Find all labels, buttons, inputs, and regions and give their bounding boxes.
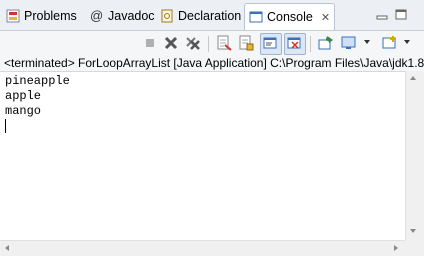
pin-console-icon[interactable] xyxy=(317,34,335,52)
maximize-icon[interactable] xyxy=(395,9,407,20)
tab-javadoc[interactable]: @ Javadoc xyxy=(86,5,159,27)
view-tab-bar: Problems @ Javadoc Declaration Console ✕ xyxy=(0,0,424,31)
console-line: apple xyxy=(5,89,42,103)
chevron-down-icon[interactable] xyxy=(404,40,410,44)
remove-all-terminated-icon[interactable] xyxy=(184,34,202,52)
javadoc-icon: @ xyxy=(90,8,104,23)
scroll-left-icon[interactable] xyxy=(5,245,9,251)
toolbar-separator xyxy=(310,36,311,52)
tab-label: Problems xyxy=(24,9,77,23)
text-caret xyxy=(5,119,405,138)
tab-console[interactable]: Console ✕ xyxy=(244,3,336,30)
tab-label: Javadoc xyxy=(108,9,155,23)
declaration-icon xyxy=(160,9,174,23)
vertical-scrollbar[interactable] xyxy=(405,71,420,240)
tab-declaration[interactable]: Declaration xyxy=(156,5,245,27)
console-toolbar xyxy=(0,31,424,55)
chevron-down-icon[interactable] xyxy=(364,40,370,44)
minimize-icon[interactable] xyxy=(376,9,388,20)
problems-icon xyxy=(6,9,20,23)
clear-console-icon[interactable] xyxy=(215,34,233,52)
tab-label: Console xyxy=(267,10,313,24)
console-icon xyxy=(249,10,263,24)
console-line: mango xyxy=(5,104,42,118)
close-icon[interactable]: ✕ xyxy=(321,11,330,24)
scroll-lock-icon[interactable] xyxy=(237,34,255,52)
display-selected-console-icon[interactable] xyxy=(340,34,358,52)
open-console-icon[interactable] xyxy=(381,34,399,52)
console-output[interactable]: pineapple apple mango xyxy=(0,71,405,240)
console-line: pineapple xyxy=(5,74,70,88)
tab-label: Declaration xyxy=(178,9,242,23)
scroll-up-icon[interactable] xyxy=(410,76,416,80)
scroll-right-icon[interactable] xyxy=(394,245,398,251)
horizontal-scrollbar[interactable] xyxy=(0,240,405,255)
scroll-down-icon[interactable] xyxy=(410,229,416,233)
process-status-line: <terminated> ForLoopArrayList [Java Appl… xyxy=(0,55,424,71)
remove-launch-icon[interactable] xyxy=(162,34,180,52)
show-console-on-stdout-icon[interactable] xyxy=(260,33,282,55)
tab-problems[interactable]: Problems xyxy=(2,5,81,27)
toolbar-separator xyxy=(208,36,209,52)
show-console-on-stderr-icon[interactable] xyxy=(284,33,306,55)
terminate-icon[interactable] xyxy=(141,34,159,52)
scrollbar-corner xyxy=(405,240,419,254)
